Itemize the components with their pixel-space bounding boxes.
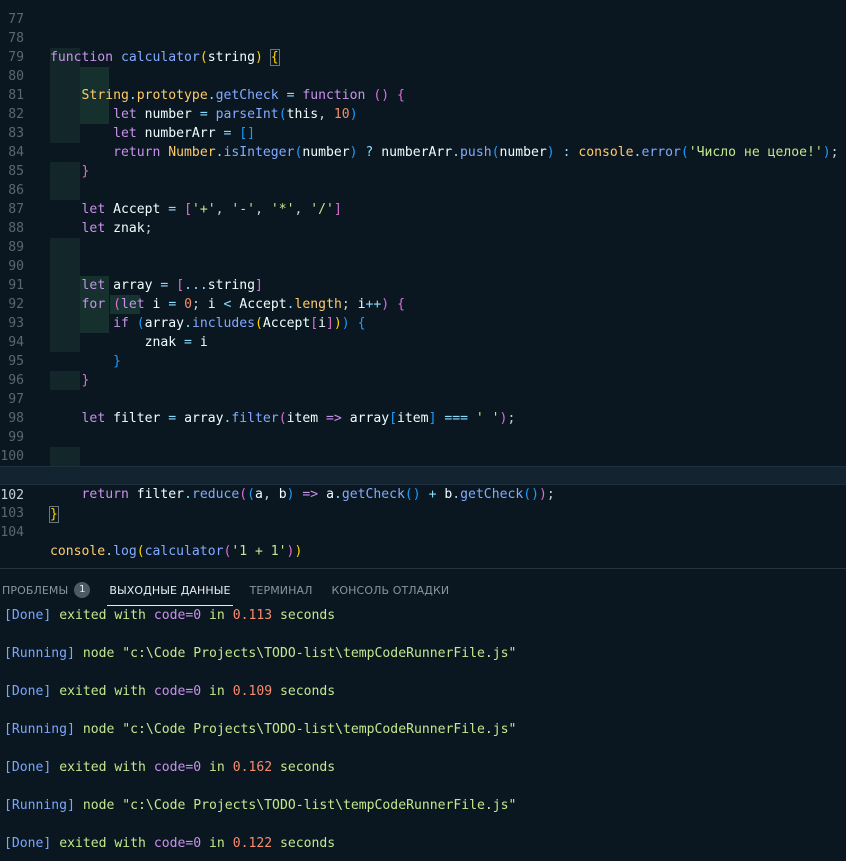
code-line: 88 <box>8 221 24 236</box>
output-line: [Done] exited with code=0 in 0.113 secon… <box>4 608 336 623</box>
tab-problems[interactable]: ПРОБЛЕМЫ 1 <box>2 578 91 602</box>
code-line-current: 102 } <box>0 466 846 523</box>
output-line: [Running] node "c:\Code Projects\TODO-li… <box>4 646 517 661</box>
code-line: 86 let Accept = ['+', '-', '*', '/'] <box>8 183 342 217</box>
code-line: 101 return filter.reduce((a, b) => a.get… <box>0 468 555 502</box>
output-line: [Done] exited with code=0 in 0.122 secon… <box>4 836 336 851</box>
code-line: 83 return Number.isInteger(number) ? num… <box>8 126 839 160</box>
code-line: 78 function calculator(string) { <box>8 31 280 66</box>
bottom-panel: ПРОБЛЕМЫ 1 ВЫХОДНЫЕ ДАННЫЕ ТЕРМИНАЛ КОНС… <box>0 568 846 861</box>
code-line: 84 } <box>8 145 90 179</box>
tab-output[interactable]: ВЫХОДНЫЕ ДАННЫЕ <box>107 580 233 606</box>
code-editor[interactable]: 77 78 function calculator(string) { 79 8… <box>0 0 846 560</box>
output-line: [Running] node "c:\Code Projects\TODO-li… <box>4 722 517 737</box>
code-line: 99 <box>8 430 24 445</box>
code-line: 100 <box>0 449 24 464</box>
code-line: 92 if (array.includes(Accept[i])) { <box>8 297 366 331</box>
code-line: 81 let number = parseInt(this, 10) <box>8 88 358 122</box>
code-line: 89 <box>8 240 24 255</box>
tab-label: ВЫХОДНЫЕ ДАННЫЕ <box>109 583 231 597</box>
code-line: 98 <box>8 411 24 426</box>
code-line: 103 <box>0 506 24 521</box>
tab-label: ТЕРМИНАЛ <box>249 583 313 597</box>
code-line: 80 String.prototype.getCheck = function … <box>8 69 405 103</box>
code-line: 85 <box>8 164 24 179</box>
panel-tabs: ПРОБЛЕМЫ 1 ВЫХОДНЫЕ ДАННЫЕ ТЕРМИНАЛ КОНС… <box>0 577 468 606</box>
code-line: 91 for (let i = 0; i < Accept.length; i+… <box>8 278 405 312</box>
code-line: 93 znak = i <box>8 316 208 350</box>
code-line: 87 let znak; <box>8 202 153 236</box>
tab-label: ПРОБЛЕМЫ <box>2 583 69 597</box>
tab-terminal[interactable]: ТЕРМИНАЛ <box>250 580 313 601</box>
code-line: 97 let filter = array.filter(item => arr… <box>8 392 516 426</box>
tab-label: КОНСОЛЬ ОТЛАДКИ <box>331 583 450 597</box>
code-line: 95 } <box>8 354 90 388</box>
problems-count-badge: 1 <box>74 582 91 598</box>
tab-debug-console[interactable]: КОНСОЛЬ ОТЛАДКИ <box>332 580 450 601</box>
code-line: 79 <box>8 50 24 65</box>
code-line: 77 <box>8 12 24 27</box>
code-line: 90 let array = [...string] <box>8 259 263 293</box>
code-line: 94 } <box>8 335 121 369</box>
output-line: [Running] node "c:\Code Projects\TODO-li… <box>4 798 517 813</box>
code-line: 82 let numberArr = [] <box>8 107 256 141</box>
code-line: 96 <box>8 373 24 388</box>
output-line: [Done] exited with code=0 in 0.162 secon… <box>4 760 336 775</box>
code-line: 104 console.log(calculator('1 + 1')) <box>0 525 303 559</box>
output-line: [Done] exited with code=0 in 0.109 secon… <box>4 684 336 699</box>
